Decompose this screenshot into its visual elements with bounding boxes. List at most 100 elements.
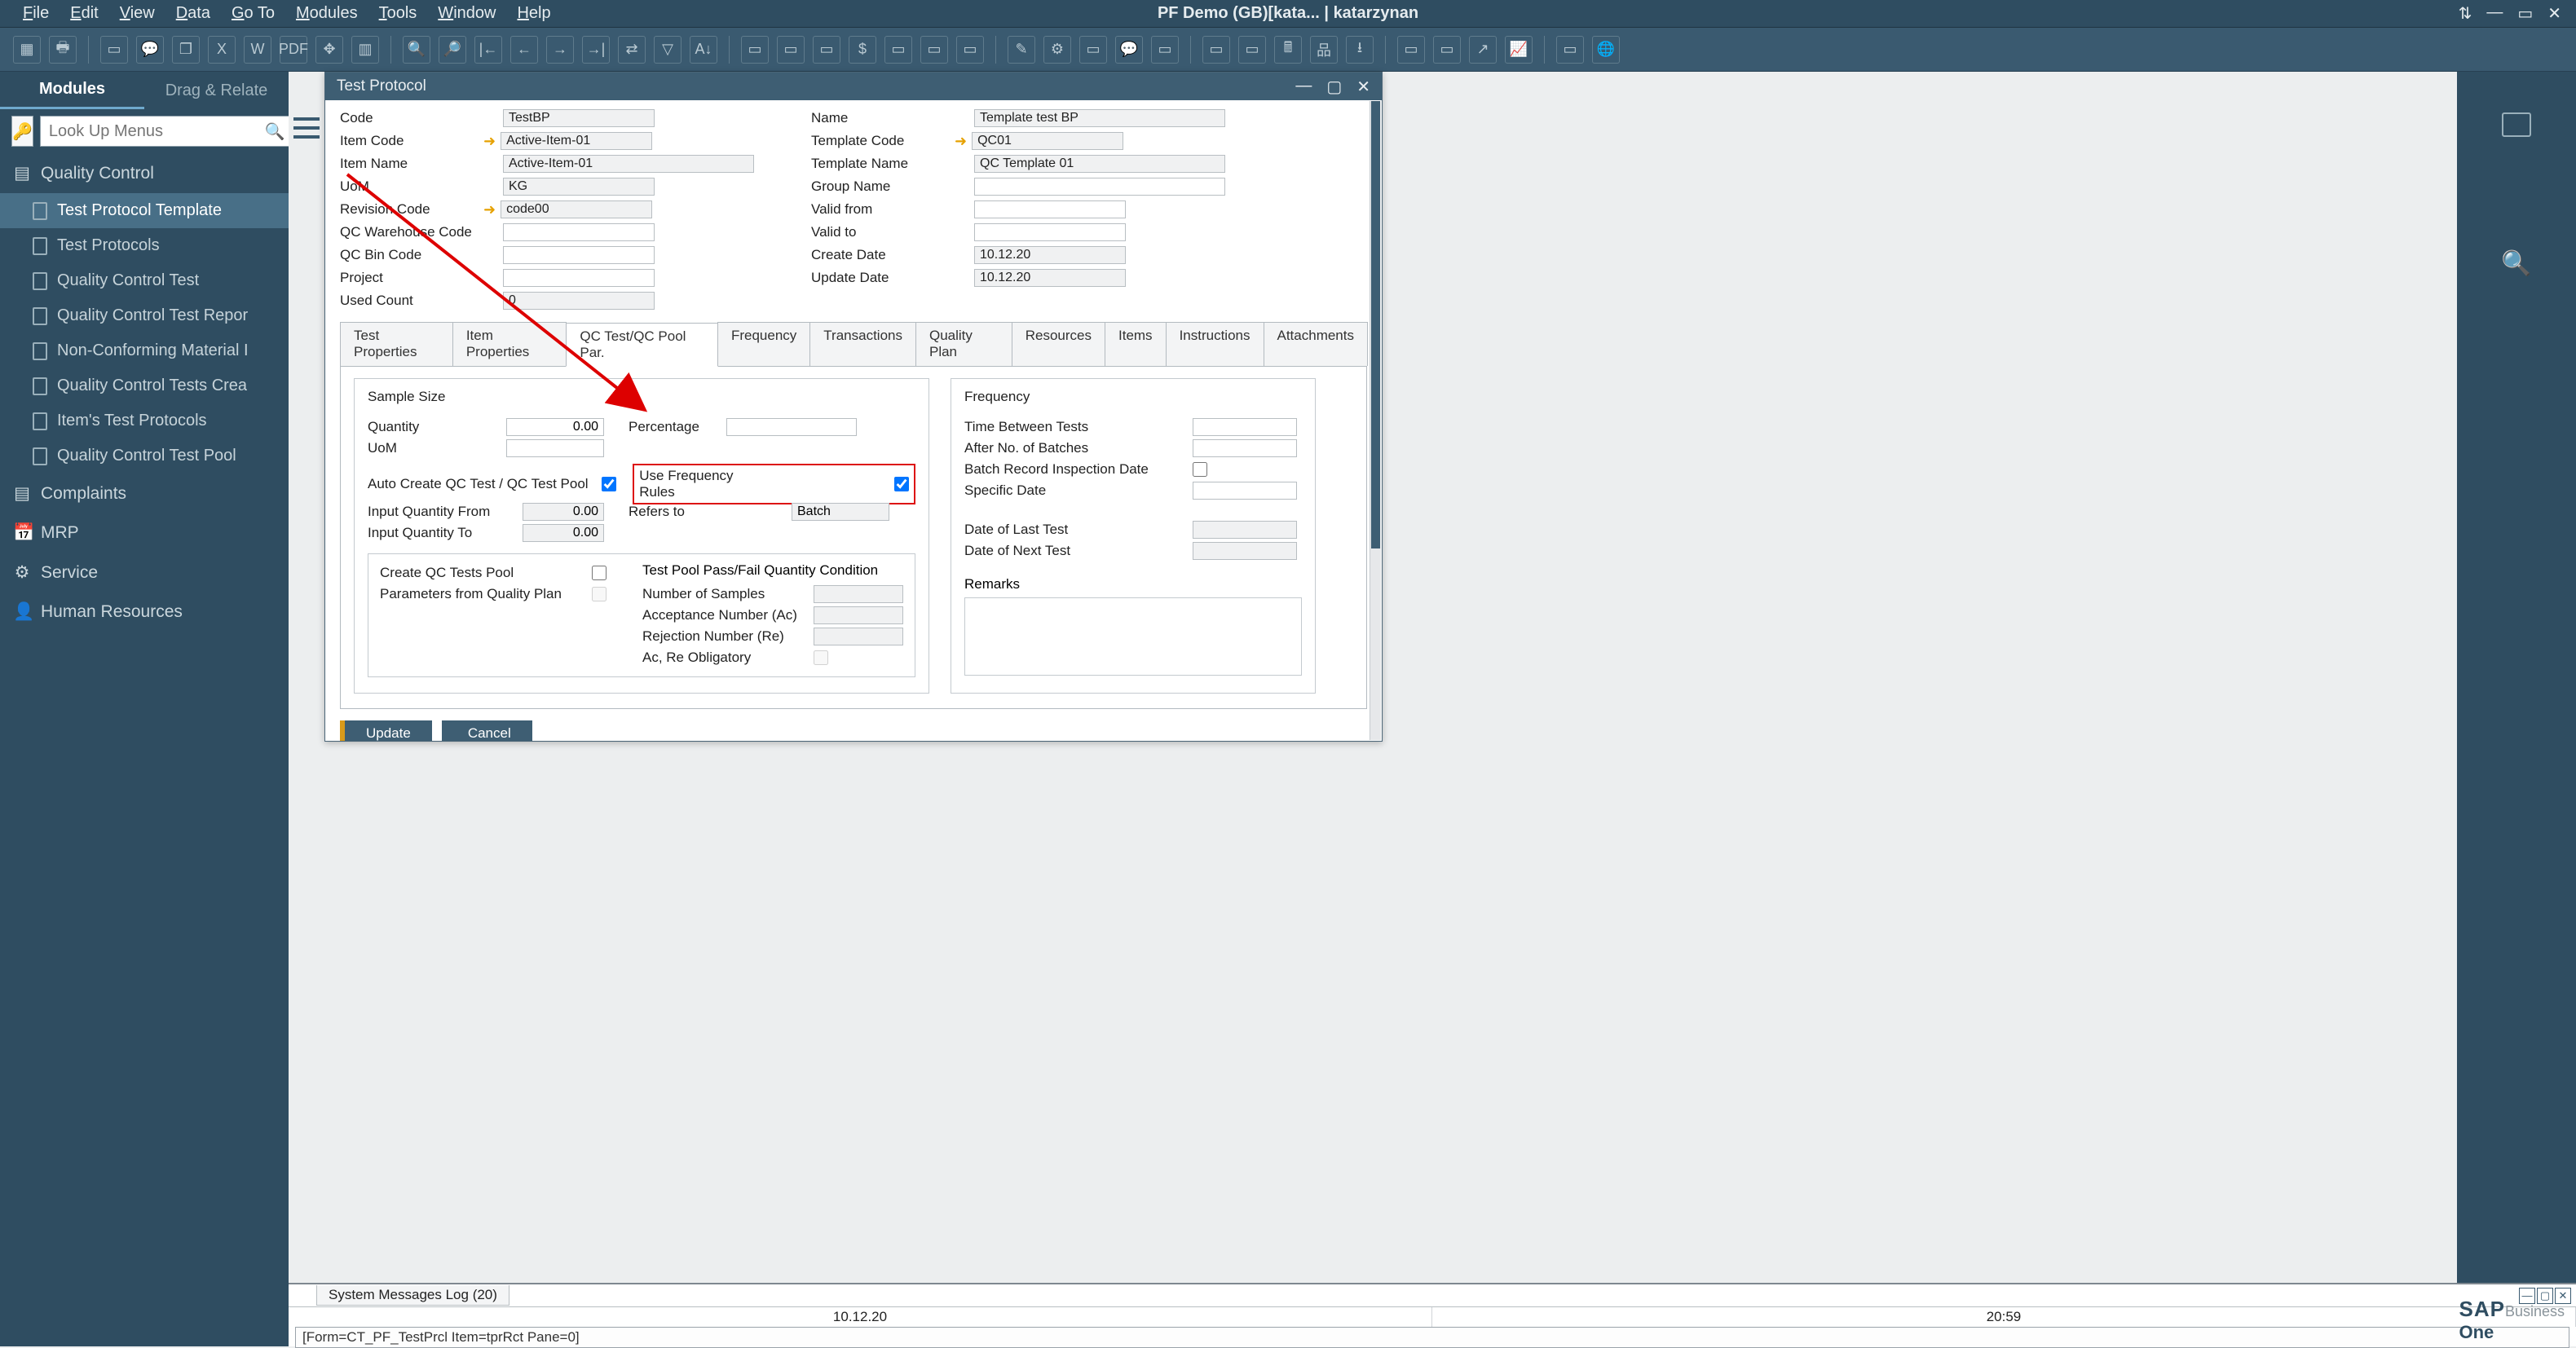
sidebar-cat-service[interactable]: ⚙Service [0,553,289,593]
cancel-button[interactable]: Cancel [442,720,532,741]
tab-items[interactable]: Items [1105,322,1167,366]
qcw-field[interactable] [503,223,655,241]
toolbar-i13-icon[interactable]: ▭ [1556,36,1584,64]
menu-help[interactable]: Help [517,4,550,23]
pool-checkbox[interactable] [592,566,607,580]
toolbar-next-icon[interactable]: → [546,36,574,64]
sidebar-item-test-protocol-template[interactable]: Test Protocol Template [0,193,289,228]
sidebar-tab-drag[interactable]: Drag & Relate [144,72,289,109]
sidebar-cat-mrp[interactable]: 📅MRP [0,513,289,553]
tab-transactions[interactable]: Transactions [809,322,916,366]
anb-field[interactable] [1193,439,1297,457]
win-minimize-icon[interactable]: ― [1295,77,1312,97]
toolbar-i10-icon[interactable]: ▭ [1238,36,1266,64]
toolbar-swap-icon[interactable]: ⇄ [618,36,646,64]
toolbar-a-icon[interactable]: ▭ [100,36,128,64]
toolbar-move-icon[interactable]: ✥ [315,36,343,64]
toolbar-i8-icon[interactable]: ▭ [1151,36,1179,64]
toolbar-preview-icon[interactable]: ▦ [13,36,41,64]
sidebar-item-items-protocols[interactable]: Item's Test Protocols [0,403,289,438]
toolbar-print-icon[interactable]: 🖶 [49,36,77,64]
toolbar-export-icon[interactable]: ↗ [1469,36,1497,64]
sidebar-item-test-protocols[interactable]: Test Protocols [0,228,289,263]
used-field[interactable] [503,292,655,310]
pct-field[interactable] [726,418,857,436]
sidebar-toggle-icon[interactable] [293,117,320,139]
sidebar-item-ncm[interactable]: Non-Conforming Material I [0,333,289,368]
sidebar-cat-qc[interactable]: ▤Quality Control [0,153,289,193]
sidebar-tab-modules[interactable]: Modules [0,72,144,109]
brid-checkbox[interactable] [1193,462,1207,477]
ns-field[interactable] [814,585,903,603]
toolbar-i12-icon[interactable]: ▭ [1433,36,1461,64]
toolbar-globe-icon[interactable]: 🌐 [1592,36,1620,64]
tab-qc-pool-par[interactable]: QC Test/QC Pool Par. [566,323,718,367]
close-icon[interactable]: ✕ [2547,3,2561,24]
cd-field[interactable] [974,246,1126,264]
tcode-field[interactable] [972,132,1123,150]
name-field[interactable] [974,109,1225,127]
menu-modules[interactable]: Modules [296,4,358,23]
sd-field[interactable] [1193,482,1297,500]
toolbar-i2-icon[interactable]: ▭ [777,36,805,64]
toolbar-i9-icon[interactable]: ▭ [1202,36,1230,64]
sidebar-cat-hr[interactable]: 👤Human Resources [0,593,289,632]
menu-data[interactable]: Data [176,4,210,23]
toolbar-find-icon[interactable]: 🔍 [403,36,430,64]
itemcode-field[interactable] [501,132,652,150]
tab-quality-plan[interactable]: Quality Plan [915,322,1012,366]
toolbar-i11-icon[interactable]: ▭ [1397,36,1425,64]
toolbar-i3-icon[interactable]: ▭ [813,36,840,64]
toolbar-c-icon[interactable]: ❐ [172,36,200,64]
rightbar-folder-icon[interactable] [2502,112,2531,137]
rev-field[interactable] [501,200,652,218]
win-maximize-icon[interactable]: ▢ [1326,77,1342,97]
tname-field[interactable] [974,155,1225,173]
itemname-field[interactable] [503,155,754,173]
link-arrow-icon[interactable]: ➜ [955,133,967,150]
toolbar-first-icon[interactable]: |← [474,36,502,64]
autocreate-checkbox[interactable] [602,477,616,491]
tab-frequency[interactable]: Frequency [717,322,810,366]
remarks-field[interactable] [964,597,1302,676]
toolbar-prev-icon[interactable]: ← [510,36,538,64]
sample-uom-field[interactable] [506,439,604,457]
search-box[interactable]: 🔍 [40,116,289,147]
sidebar-item-qc-tests-create[interactable]: Quality Control Tests Crea [0,368,289,403]
proj-field[interactable] [503,269,655,287]
vt-field[interactable] [974,223,1126,241]
toolbar-find2-icon[interactable]: 🔎 [439,36,466,64]
menu-view[interactable]: View [120,4,155,23]
dnt-field[interactable] [1193,542,1297,560]
tab-item-properties[interactable]: Item Properties [452,322,567,366]
ac-field[interactable] [814,606,903,624]
menu-file[interactable]: File [23,4,49,23]
system-messages-tab[interactable]: System Messages Log (20) [316,1285,509,1306]
tbt-field[interactable] [1193,418,1297,436]
update-button[interactable]: Update [340,720,432,741]
toolbar-i4-icon[interactable]: ▭ [884,36,912,64]
menu-window[interactable]: Window [438,4,496,23]
toolbar-pdf-icon[interactable]: PDF [280,36,307,64]
window-titlebar[interactable]: Test Protocol ― ▢ ✕ [325,73,1382,100]
ob-checkbox[interactable] [814,650,828,665]
grp-field[interactable] [974,178,1225,196]
qcb-field[interactable] [503,246,655,264]
layout-icon[interactable]: ⇅ [2459,3,2472,24]
toolbar-chart-icon[interactable]: 📈 [1505,36,1533,64]
toolbar-dl-icon[interactable]: ⭳ [1346,36,1374,64]
toolbar-b-icon[interactable]: 💬 [136,36,164,64]
toolbar-excel-icon[interactable]: X [208,36,236,64]
iqt-field[interactable] [523,524,604,542]
rightbar-search-icon[interactable]: 🔍 [2502,251,2531,275]
menu-edit[interactable]: Edit [70,4,98,23]
qty-field[interactable] [506,418,604,436]
iqf-field[interactable] [523,503,604,521]
link-arrow-icon[interactable]: ➜ [483,133,496,150]
toolbar-grid-icon[interactable]: ▥ [351,36,379,64]
win-close-icon[interactable]: ✕ [1356,77,1370,97]
toolbar-calc-icon[interactable]: 🖩 [1274,36,1302,64]
toolbar-edit-icon[interactable]: ✎ [1008,36,1035,64]
uom-field[interactable] [503,178,655,196]
toolbar-gear-icon[interactable]: ⚙ [1043,36,1071,64]
